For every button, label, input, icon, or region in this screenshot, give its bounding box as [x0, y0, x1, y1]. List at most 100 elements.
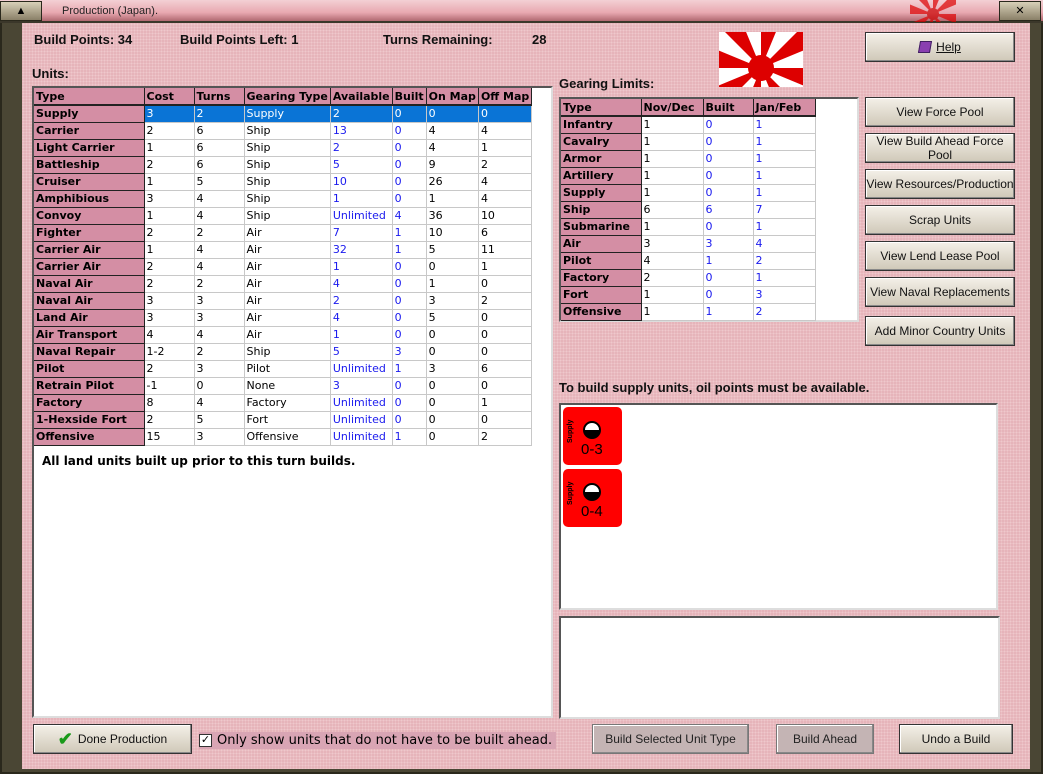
minimize-button[interactable]: ▲	[0, 1, 42, 21]
table-row[interactable]: Carrier Air 1 4 Air 32 1 5 11	[34, 240, 533, 259]
column-header[interactable]: Cost	[144, 88, 195, 106]
cell: 0	[477, 376, 533, 395]
table-row[interactable]: Air Transport 4 4 Air 1 0 0 0	[34, 325, 533, 344]
cell: 32	[329, 240, 393, 259]
cell: 0	[391, 138, 427, 157]
close-button[interactable]: ✕	[999, 1, 1041, 21]
table-row[interactable]: Factory 8 4 Factory Unlimited 0 0 1	[34, 393, 533, 412]
gearing-type: Infantry	[561, 116, 642, 134]
table-row[interactable]: Naval Repair 1-2 2 Ship 5 3 0 0	[34, 342, 533, 361]
cell: 4	[193, 393, 245, 412]
gearing-type: Air	[561, 235, 642, 253]
view-build-ahead-force-pool-button[interactable]: View Build Ahead Force Pool	[865, 133, 1015, 163]
table-row[interactable]: Naval Air 3 3 Air 2 0 3 2	[34, 291, 533, 310]
column-header[interactable]: Available	[330, 88, 393, 106]
window-title: Production (Japan).	[62, 5, 158, 17]
checkmark-icon: ✔	[57, 728, 73, 749]
unit-type: Cruiser	[34, 173, 145, 191]
help-button[interactable]: Help	[865, 32, 1015, 62]
cell: 7	[329, 223, 393, 242]
table-row[interactable]: 1-Hexside Fort 2 5 Fort Unlimited 0 0 0	[34, 410, 533, 429]
view-resources-production-button[interactable]: View Resources/Production	[865, 169, 1015, 199]
unit-type: Carrier	[34, 122, 145, 140]
table-row[interactable]: Carrier Air 2 4 Air 1 0 0 1	[34, 257, 533, 276]
details-panel	[559, 616, 1000, 719]
build-ahead-button[interactable]: Build Ahead	[776, 724, 874, 754]
table-row[interactable]: Cruiser 1 5 Ship 10 0 26 4	[34, 172, 533, 191]
cell: Supply	[243, 104, 331, 123]
done-production-button[interactable]: ✔ Done Production	[33, 724, 192, 754]
cell: 0	[391, 274, 427, 293]
cell: 1	[391, 240, 427, 259]
units-table: Type Cost Turns Gearing Type Available Built O…	[34, 88, 533, 446]
column-header: Type	[561, 99, 642, 117]
show-units-checkbox-row[interactable]: ✓ Only show units that do not have to be…	[199, 732, 557, 749]
cell: 1	[425, 274, 479, 293]
unit-type: Factory	[34, 394, 145, 412]
cell: 3	[193, 291, 245, 310]
column-header[interactable]: Off Map	[478, 88, 533, 106]
show-units-checkbox[interactable]: ✓	[199, 734, 212, 747]
table-row[interactable]: Land Air 3 3 Air 4 0 5 0	[34, 308, 533, 327]
column-header[interactable]: Built	[392, 88, 427, 106]
cell: Air	[243, 223, 331, 242]
build-selected-unit-type-button[interactable]: Build Selected Unit Type	[592, 724, 749, 754]
view-lend-lease-pool-button[interactable]: View Lend Lease Pool	[865, 241, 1015, 271]
cell: 0	[702, 115, 754, 134]
help-book-icon	[918, 41, 933, 53]
table-row[interactable]: Fighter 2 2 Air 7 1 10 6	[34, 223, 533, 242]
table-row[interactable]: Battleship 2 6 Ship 5 0 9 2	[34, 155, 533, 174]
table-row[interactable]: Supply 3 2 Supply 2 0 0 0	[34, 104, 533, 123]
cell: 5	[425, 308, 479, 327]
help-button-label: Help	[936, 40, 961, 54]
table-row[interactable]: Amphibious 3 4 Ship 1 0 1 4	[34, 189, 533, 208]
cell: 2	[752, 251, 816, 270]
unit-type: Land Air	[34, 309, 145, 327]
cell: 1	[640, 132, 704, 151]
cell: 2	[193, 104, 245, 123]
table-row[interactable]: Carrier 2 6 Ship 13 0 4 4	[34, 121, 533, 140]
units-note: All land units built up prior to this tu…	[42, 453, 356, 468]
supply-unit-counter[interactable]: Supply 0-3	[563, 407, 622, 465]
cell: Unlimited	[329, 410, 393, 429]
table-row[interactable]: Pilot 2 3 Pilot Unlimited 1 3 6	[34, 359, 533, 378]
cell: 1	[143, 138, 195, 157]
table-row[interactable]: Convoy 1 4 Ship Unlimited 4 36 10	[34, 206, 533, 225]
cell: Unlimited	[329, 359, 393, 378]
cell: 1	[640, 115, 704, 134]
add-minor-country-units-button[interactable]: Add Minor Country Units	[865, 316, 1015, 346]
view-force-pool-button[interactable]: View Force Pool	[865, 97, 1015, 127]
cell: Ship	[243, 121, 331, 140]
table-row[interactable]: Retrain Pilot -1 0 None 3 0 0 0	[34, 376, 533, 395]
view-naval-replacements-button[interactable]: View Naval Replacements	[865, 277, 1015, 307]
unit-type: Air Transport	[34, 326, 145, 344]
cell: 6	[193, 155, 245, 174]
cell: 6	[702, 200, 754, 219]
supply-unit-counter[interactable]: Supply 0-4	[563, 469, 622, 527]
gearing-type: Offensive	[561, 303, 642, 321]
cell: 0	[477, 308, 533, 327]
cell: 0	[391, 189, 427, 208]
column-header[interactable]: Type	[34, 88, 145, 106]
table-row[interactable]: Offensive 15 3 Offensive Unlimited 1 0 2	[34, 427, 533, 446]
units-panel: Type Cost Turns Gearing Type Available Built O…	[32, 86, 553, 718]
undo-build-button[interactable]: Undo a Build	[899, 724, 1013, 754]
table-row: Armor 1 0 1	[561, 149, 816, 168]
cell: 3	[640, 234, 704, 253]
cell: Air	[243, 308, 331, 327]
column-header[interactable]: On Map	[426, 88, 479, 106]
scrap-units-button[interactable]: Scrap Units	[865, 205, 1015, 235]
cell: 6	[193, 121, 245, 140]
gearing-type: Pilot	[561, 252, 642, 270]
cell: 0	[391, 257, 427, 276]
table-row[interactable]: Light Carrier 1 6 Ship 2 0 4 1	[34, 138, 533, 157]
gearing-type: Ship	[561, 201, 642, 219]
build-ahead-label: Build Ahead	[792, 732, 858, 746]
column-header[interactable]: Turns	[194, 88, 245, 106]
cell: 0	[477, 104, 533, 123]
show-units-checkbox-label: Only show units that do not have to be b…	[217, 733, 553, 748]
column-header[interactable]: Gearing Type	[244, 88, 331, 106]
cell: 10	[477, 206, 533, 225]
table-row[interactable]: Naval Air 2 2 Air 4 0 1 0	[34, 274, 533, 293]
gearing-panel: Type Nov/Dec Built Jan/Feb Infantry 1 0 1 Cavalr…	[559, 97, 859, 322]
